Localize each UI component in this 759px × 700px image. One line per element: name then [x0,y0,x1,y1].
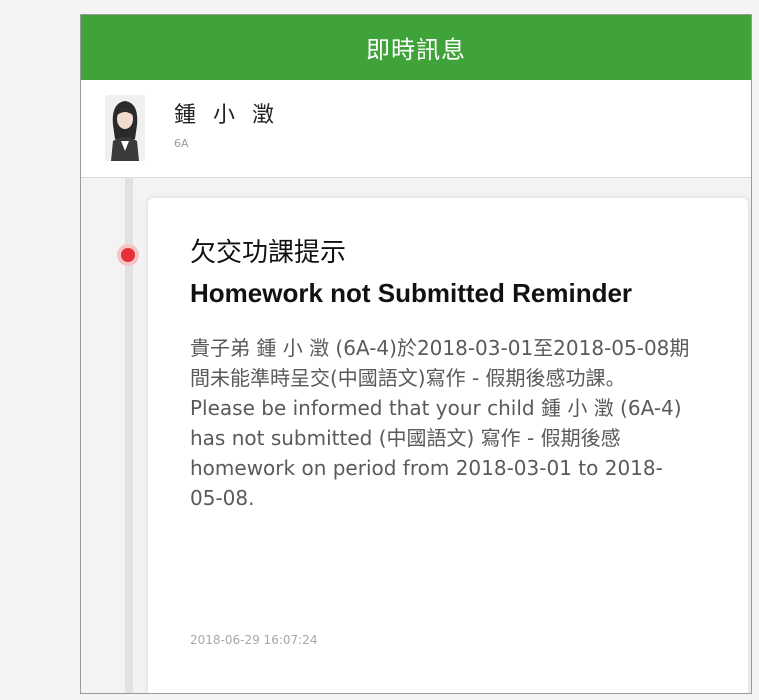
page-title: 即時訊息 [366,36,466,64]
unread-dot-icon [117,244,139,266]
avatar [105,95,145,161]
header-bar: 即時訊息 [81,15,751,80]
message-title-zh: 欠交功課提示 [190,238,347,268]
message-timestamp: 2018-06-29 16:07:24 [190,633,318,647]
message-body-en: Please be informed that your child 鍾 小 澂… [190,396,682,510]
message-feed[interactable]: 欠交功課提示 Homework not Submitted Reminder 貴… [81,178,751,693]
message-title-en: Homework not Submitted Reminder [190,278,633,308]
contact-class: 6A [174,137,189,150]
message-card[interactable]: 欠交功課提示 Homework not Submitted Reminder 貴… [148,198,748,693]
message-body-zh: 貴子弟 鍾 小 澂 (6A-4)於2018-03-01至2018-05-08期間… [190,336,690,390]
student-photo-icon [105,95,145,161]
message-window: 即時訊息 鍾 小 澂 6A 欠交功課提示 Homework not Submit… [80,14,752,694]
contact-row[interactable]: 鍾 小 澂 6A [81,80,751,178]
contact-name: 鍾 小 澂 [174,103,279,128]
